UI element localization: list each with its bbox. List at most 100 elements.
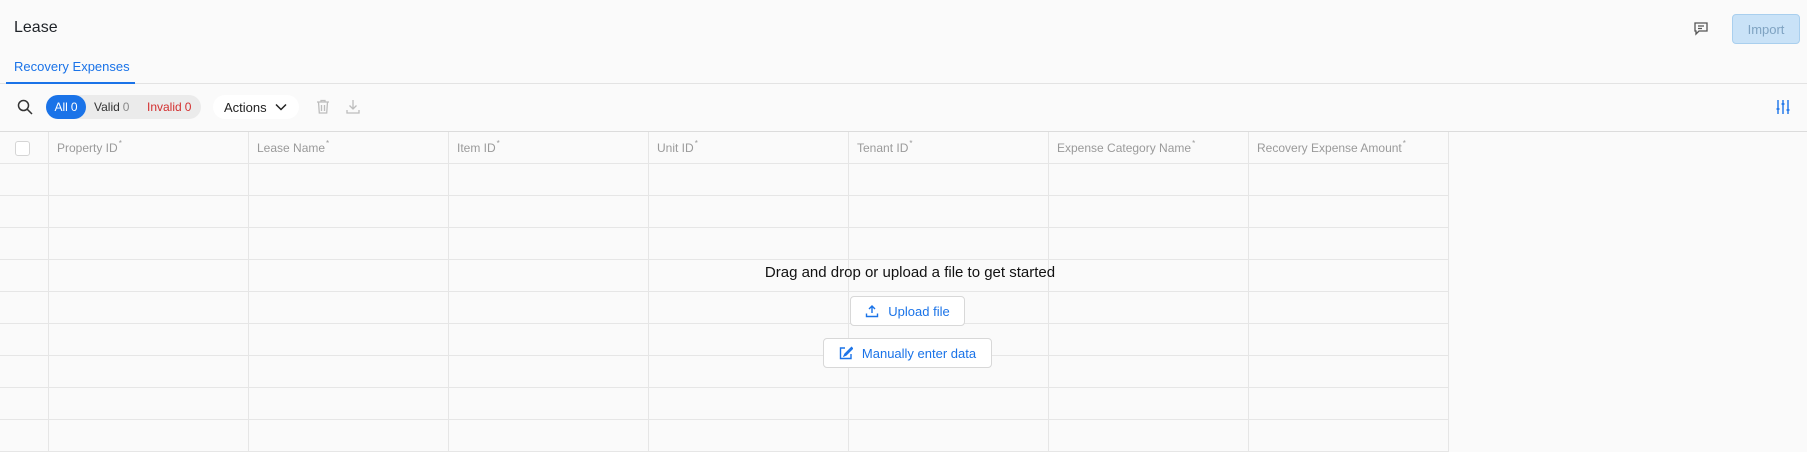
required-mark: * bbox=[496, 139, 500, 148]
table-cell[interactable] bbox=[449, 356, 649, 388]
table-cell[interactable] bbox=[649, 324, 849, 356]
table-cell[interactable] bbox=[1049, 228, 1249, 260]
table-cell[interactable] bbox=[649, 292, 849, 324]
table-cell[interactable] bbox=[249, 388, 449, 420]
filter-valid-label: Valid bbox=[94, 100, 120, 114]
column-header[interactable]: Tenant ID* bbox=[849, 132, 1049, 164]
table-cell[interactable] bbox=[1049, 356, 1249, 388]
table-cell[interactable] bbox=[249, 228, 449, 260]
table-cell[interactable] bbox=[49, 324, 249, 356]
table-cell[interactable] bbox=[49, 356, 249, 388]
filter-invalid-count: 0 bbox=[184, 100, 192, 114]
table-cell[interactable] bbox=[249, 324, 449, 356]
column-header-label: Tenant ID bbox=[857, 141, 909, 155]
table-cell[interactable] bbox=[449, 196, 649, 228]
table-cell[interactable] bbox=[1049, 196, 1249, 228]
table-cell[interactable] bbox=[849, 420, 1049, 452]
table-cell[interactable] bbox=[449, 324, 649, 356]
table-cell[interactable] bbox=[1049, 420, 1249, 452]
table-cell[interactable] bbox=[649, 228, 849, 260]
manually-enter-data-label: Manually enter data bbox=[861, 345, 977, 361]
table-cell[interactable] bbox=[649, 420, 849, 452]
table-cell[interactable] bbox=[1249, 164, 1449, 196]
filter-all[interactable]: All 0 bbox=[46, 95, 86, 119]
table-cell[interactable] bbox=[1249, 228, 1449, 260]
import-button[interactable]: Import bbox=[1732, 14, 1800, 44]
table-cell[interactable] bbox=[1249, 196, 1449, 228]
table-cell[interactable] bbox=[849, 228, 1049, 260]
table-cell[interactable] bbox=[1249, 420, 1449, 452]
table-cell[interactable] bbox=[49, 196, 249, 228]
table-cell[interactable] bbox=[649, 388, 849, 420]
table-cell[interactable] bbox=[649, 196, 849, 228]
table-cell[interactable] bbox=[449, 164, 649, 196]
table-cell[interactable] bbox=[249, 164, 449, 196]
table-cell[interactable] bbox=[49, 164, 249, 196]
table-cell[interactable] bbox=[49, 420, 249, 452]
manually-enter-data-button[interactable]: Manually enter data bbox=[823, 338, 992, 368]
table-cell[interactable] bbox=[1249, 324, 1449, 356]
table-cell[interactable] bbox=[49, 228, 249, 260]
column-header[interactable]: Item ID* bbox=[449, 132, 649, 164]
filter-all-label: All bbox=[54, 100, 68, 114]
filter-invalid[interactable]: Invalid 0 bbox=[147, 95, 191, 119]
table-cell[interactable] bbox=[249, 196, 449, 228]
table-cell[interactable] bbox=[49, 388, 249, 420]
app-header: Lease Import bbox=[0, 0, 1807, 58]
message-feedback-icon[interactable] bbox=[1692, 20, 1710, 36]
table-cell[interactable] bbox=[249, 292, 449, 324]
sliders-icon[interactable] bbox=[1774, 98, 1792, 116]
table-cell[interactable] bbox=[1249, 292, 1449, 324]
table-cell[interactable] bbox=[1249, 356, 1449, 388]
table-cell[interactable] bbox=[649, 356, 849, 388]
filter-valid-count: 0 bbox=[122, 100, 130, 114]
table-cell[interactable] bbox=[449, 292, 649, 324]
column-header[interactable]: Unit ID* bbox=[649, 132, 849, 164]
column-header[interactable]: Expense Category Name* bbox=[1049, 132, 1249, 164]
table-cell[interactable] bbox=[849, 164, 1049, 196]
actions-dropdown[interactable]: Actions bbox=[213, 95, 299, 119]
column-header[interactable]: Property ID* bbox=[49, 132, 249, 164]
table-cell[interactable] bbox=[1049, 164, 1249, 196]
table-cell[interactable] bbox=[49, 292, 249, 324]
table-cell[interactable] bbox=[1249, 388, 1449, 420]
table-cell[interactable] bbox=[1049, 324, 1249, 356]
table-cell[interactable] bbox=[449, 388, 649, 420]
filter-invalid-label: Invalid bbox=[147, 100, 182, 114]
column-header[interactable]: Recovery Expense Amount* bbox=[1249, 132, 1449, 164]
filter-valid[interactable]: Valid 0 bbox=[94, 95, 129, 119]
empty-state-message: Drag and drop or upload a file to get st… bbox=[764, 264, 1056, 281]
chevron-down-icon bbox=[275, 103, 287, 111]
row-number-cell bbox=[0, 228, 49, 260]
upload-icon bbox=[866, 305, 879, 318]
actions-label: Actions bbox=[224, 99, 267, 115]
table-cell[interactable] bbox=[1049, 292, 1249, 324]
row-number-cell bbox=[0, 356, 49, 388]
table-cell[interactable] bbox=[249, 260, 449, 292]
table-row bbox=[0, 324, 1449, 356]
row-number-cell bbox=[0, 260, 49, 292]
table-cell[interactable] bbox=[1249, 260, 1449, 292]
download-icon[interactable] bbox=[345, 98, 361, 115]
required-mark: * bbox=[909, 139, 913, 148]
required-mark: * bbox=[326, 139, 330, 148]
table-cell[interactable] bbox=[249, 420, 449, 452]
table-cell[interactable] bbox=[449, 420, 649, 452]
table-cell[interactable] bbox=[249, 356, 449, 388]
table-cell[interactable] bbox=[449, 228, 649, 260]
table-cell[interactable] bbox=[449, 260, 649, 292]
search-icon[interactable] bbox=[16, 98, 34, 116]
select-all-checkbox[interactable] bbox=[15, 141, 30, 156]
tab-recovery-expenses[interactable]: Recovery Expenses bbox=[6, 52, 135, 84]
table-cell[interactable] bbox=[849, 196, 1049, 228]
upload-file-button[interactable]: Upload file bbox=[850, 296, 965, 326]
table-cell[interactable] bbox=[49, 260, 249, 292]
table-cell[interactable] bbox=[849, 388, 1049, 420]
trash-icon[interactable] bbox=[315, 98, 331, 115]
table-row bbox=[0, 388, 1449, 420]
row-number-cell bbox=[0, 196, 49, 228]
table-cell[interactable] bbox=[649, 164, 849, 196]
table-cell[interactable] bbox=[1049, 388, 1249, 420]
column-header[interactable]: Lease Name* bbox=[249, 132, 449, 164]
upload-file-label: Upload file bbox=[888, 303, 950, 319]
